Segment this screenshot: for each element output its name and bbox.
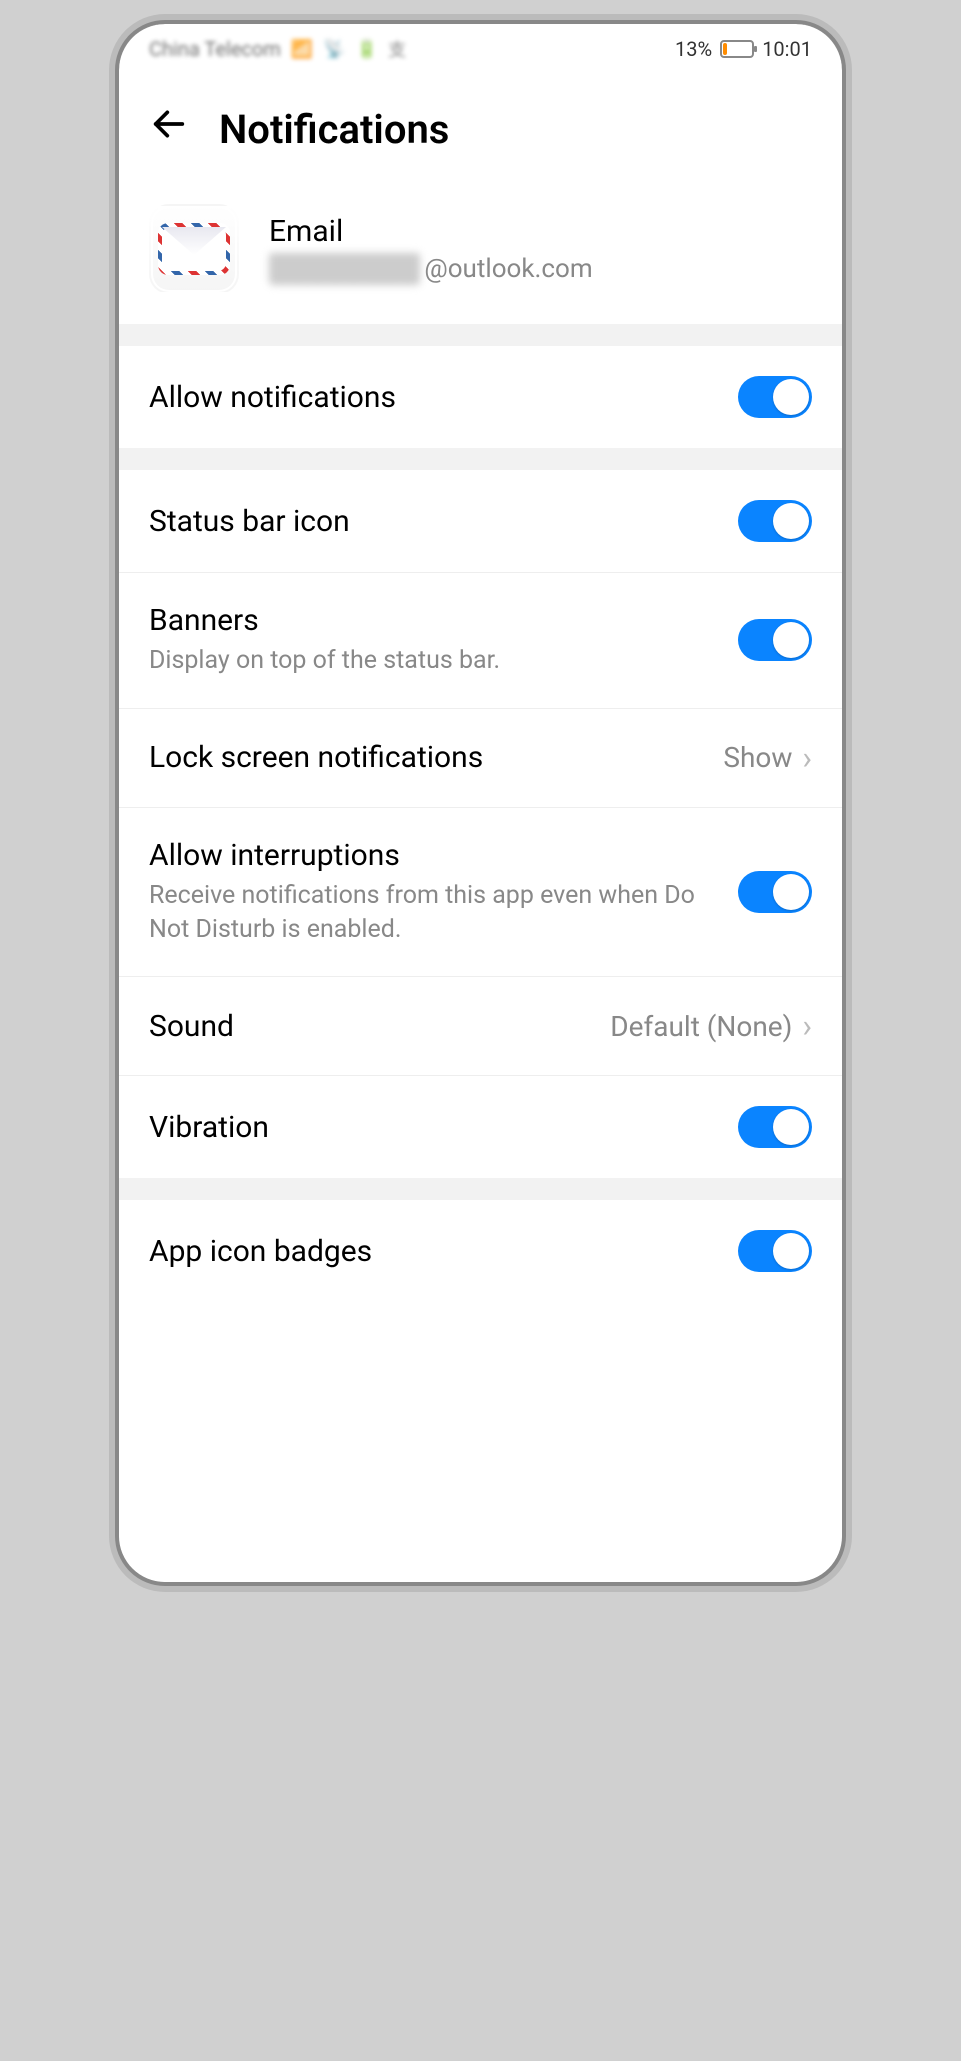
status-right-area: 13% 10:01 [675,37,812,61]
battery-saver-icon: 🔋 [356,39,378,60]
row-sound[interactable]: Sound Default (None) › [119,977,842,1076]
row-title: Status bar icon [149,504,718,539]
email-domain: @outlook.com [424,254,592,284]
row-allow-interruptions[interactable]: Allow interruptions Receive notification… [119,808,842,978]
row-banners[interactable]: Banners Display on top of the status bar… [119,573,842,709]
header: Notifications [119,74,842,194]
chevron-right-icon: › [802,739,812,777]
row-title: Banners [149,603,718,638]
section-divider [119,1178,842,1200]
status-bar: China Telecom 📶 📡 🔋 支 13% 10:01 [119,24,842,74]
obscured-email-local: ████████ [269,253,420,284]
app-email-address: ████████@outlook.com [269,253,593,284]
row-subtitle: Display on top of the status bar. [149,644,718,678]
row-subtitle: Receive notifications from this app even… [149,879,718,947]
battery-icon [720,40,754,58]
email-app-icon [149,204,239,294]
page-title: Notifications [219,106,449,153]
row-title: Allow interruptions [149,838,718,873]
row-title: Allow notifications [149,380,718,415]
app-info: Email ████████@outlook.com [119,194,842,324]
signal-icon: 📶 [291,39,313,60]
section-divider [119,324,842,346]
alipay-icon: 支 [388,36,406,62]
row-title: Lock screen notifications [149,740,703,775]
wifi-icon: 📡 [323,39,345,60]
clock: 10:01 [762,37,812,61]
row-app-icon-badges[interactable]: App icon badges [119,1200,842,1302]
toggle-vibration[interactable] [738,1106,812,1148]
toggle-allow-interruptions[interactable] [738,871,812,913]
row-value: Default (None) [610,1010,792,1043]
row-lock-screen[interactable]: Lock screen notifications Show › [119,709,842,808]
app-name: Email [269,214,593,249]
battery-percent: 13% [675,37,712,61]
empty-space [119,1302,842,1582]
row-vibration[interactable]: Vibration [119,1076,842,1178]
row-value: Show [723,741,792,774]
section-divider [119,448,842,470]
row-allow-notifications[interactable]: Allow notifications [119,346,842,448]
status-carrier-area: China Telecom 📶 📡 🔋 支 [149,36,406,62]
row-title: Vibration [149,1110,718,1145]
toggle-banners[interactable] [738,619,812,661]
back-arrow-icon[interactable] [149,104,189,154]
chevron-right-icon: › [802,1007,812,1045]
toggle-app-icon-badges[interactable] [738,1230,812,1272]
toggle-status-bar-icon[interactable] [738,500,812,542]
toggle-allow-notifications[interactable] [738,376,812,418]
row-status-bar-icon[interactable]: Status bar icon [119,470,842,573]
row-title: Sound [149,1009,590,1044]
row-title: App icon badges [149,1234,718,1269]
carrier-label: China Telecom [149,37,281,61]
